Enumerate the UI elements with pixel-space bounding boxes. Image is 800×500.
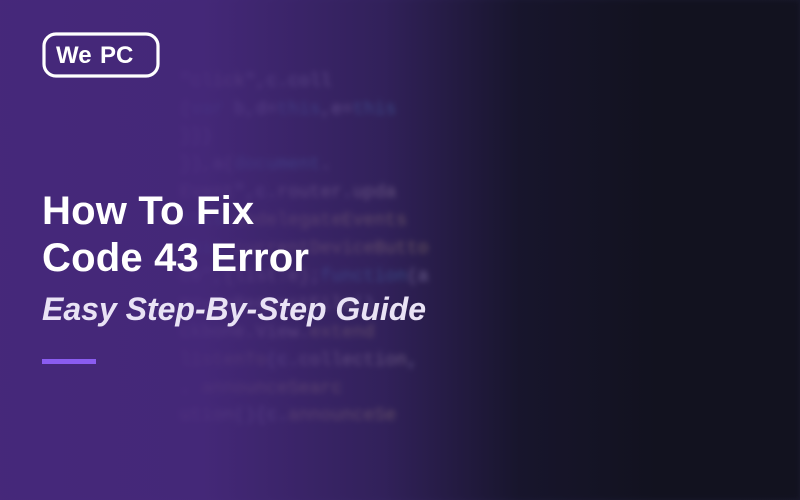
- content-area: We PC How To Fix Code 43 Error Easy Step…: [0, 0, 800, 500]
- wepc-logo-icon: We PC: [42, 32, 160, 78]
- headline: How To Fix Code 43 Error: [42, 188, 760, 282]
- subheadline: Easy Step-By-Step Guide: [42, 290, 760, 328]
- headline-line-2: Code 43 Error: [42, 236, 309, 280]
- site-logo: We PC: [42, 32, 760, 78]
- accent-bar: [42, 359, 96, 364]
- logo-text-pc: PC: [100, 42, 133, 69]
- logo-text-we: We: [56, 42, 92, 69]
- headline-line-1: How To Fix: [42, 189, 254, 233]
